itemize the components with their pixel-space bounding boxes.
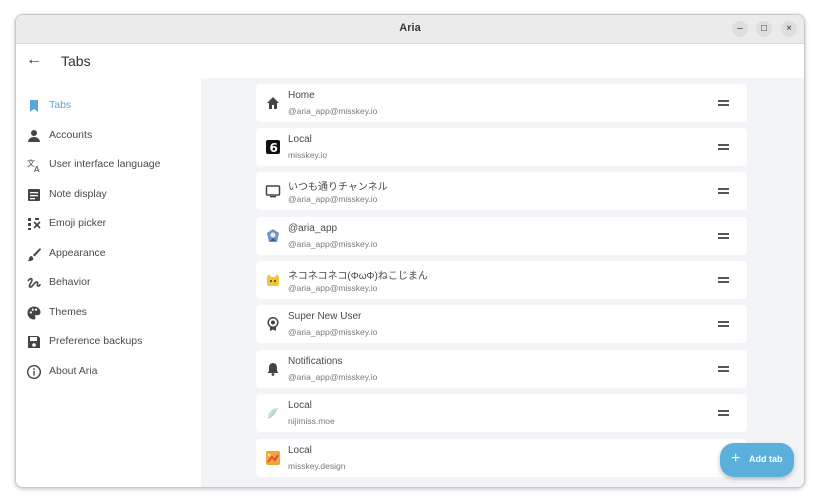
drag-handle-icon[interactable] (718, 142, 730, 152)
tab-account: @aria_app@misskey.io (288, 372, 378, 382)
drag-handle-icon[interactable] (718, 364, 730, 374)
tab-item[interactable]: いつも通りチャンネル @aria_app@misskey.io (256, 172, 747, 210)
tab-item[interactable]: ネコネコネコ(ΦωΦ)ねこじまん @aria_app@misskey.io (256, 261, 747, 299)
tab-account: @aria_app@misskey.io (288, 283, 378, 293)
sidebar-item-accounts[interactable]: Accounts (16, 124, 201, 148)
sidebar-item-label: User interface language (49, 158, 161, 170)
plus-icon: + (731, 450, 741, 467)
info-icon (26, 364, 42, 380)
emoji-icon (28, 218, 41, 230)
brush-icon (27, 248, 41, 261)
add-tab-label: Add tab (749, 454, 783, 464)
tab-account: misskey.io (288, 150, 328, 160)
app-window: Aria – □ × ← Tabs Tabs Accounts 文 A User… (15, 14, 805, 488)
svg-text:A: A (34, 165, 40, 173)
add-tab-button[interactable]: + Add tab (720, 443, 794, 477)
tab-item[interactable]: Home @aria_app@misskey.io (256, 84, 747, 122)
tab-account: @aria_app@misskey.io (288, 194, 378, 204)
sidebar-item-label: About Aria (49, 365, 98, 377)
sidebar-item-label: Emoji picker (49, 217, 107, 229)
translate-icon: 文 A (27, 158, 40, 173)
person-icon (28, 130, 40, 142)
sidebar-item-preference-backups[interactable]: Preference backups (16, 330, 201, 354)
tab-item[interactable]: Super New User @aria_app@misskey.io (256, 305, 747, 343)
server-logo-icon: 6 (266, 140, 280, 155)
tab-item[interactable]: 6 Local misskey.io (256, 128, 747, 166)
home-icon (267, 97, 279, 109)
title-bar[interactable]: Aria – □ × (16, 15, 804, 44)
tab-account: @aria_app@misskey.io (288, 327, 378, 337)
tab-name: ネコネコネコ(ΦωΦ)ねこじまん (288, 271, 428, 282)
tv-icon (265, 185, 281, 198)
sidebar-item-label: Note display (49, 188, 107, 200)
sidebar-item-label: Appearance (49, 247, 106, 259)
tabs-list-panel: Home @aria_app@misskey.io 6 Local misske… (201, 78, 804, 487)
tab-name: Local (288, 445, 312, 456)
tab-item[interactable]: @aria_app @aria_app@misskey.io (256, 217, 747, 255)
user-avatar-icon (267, 229, 279, 242)
sidebar-item-emoji-picker[interactable]: Emoji picker (16, 212, 201, 236)
minimize-button[interactable]: – (732, 21, 748, 37)
page-title: Tabs (61, 53, 91, 69)
window-title: Aria (399, 22, 421, 34)
drag-handle-icon[interactable] (718, 231, 730, 241)
sidebar-item-tabs[interactable]: Tabs (16, 94, 201, 118)
sidebar-item-label: Themes (49, 306, 87, 318)
sidebar-item-label: Behavior (49, 276, 91, 288)
drag-handle-icon[interactable] (718, 275, 730, 285)
server-logo-icon (266, 451, 280, 465)
save-icon (28, 336, 40, 348)
tab-account: misskey.design (288, 461, 346, 471)
sidebar-item-appearance[interactable]: Appearance (16, 242, 201, 266)
server-logo-icon (267, 408, 278, 419)
tab-name: Home (288, 90, 315, 101)
bookmark-icon (30, 100, 38, 112)
tab-account: nijimiss.moe (288, 416, 335, 426)
drag-handle-icon[interactable] (718, 408, 730, 418)
tab-name: Local (288, 400, 312, 411)
tab-account: @aria_app@misskey.io (288, 239, 378, 249)
sidebar-item-label: Tabs (49, 99, 72, 111)
badge-icon (267, 316, 279, 331)
drag-handle-icon[interactable] (718, 319, 730, 329)
drag-handle-icon[interactable] (718, 186, 730, 196)
svg-text:6: 6 (270, 141, 278, 155)
palette-icon (27, 306, 41, 320)
gesture-icon (27, 277, 41, 288)
tab-item[interactable]: Local misskey.design (256, 439, 747, 477)
tab-item[interactable]: Local nijimiss.moe (256, 394, 747, 432)
note-icon (28, 189, 40, 201)
sidebar-item-label: Preference backups (49, 335, 143, 347)
close-button[interactable]: × (781, 21, 797, 37)
sidebar-item-themes[interactable]: Themes (16, 301, 201, 325)
sidebar-item-language[interactable]: 文 A User interface language (16, 153, 201, 177)
sidebar-item-about[interactable]: About Aria (16, 360, 201, 384)
sidebar-item-behavior[interactable]: Behavior (16, 271, 201, 295)
tab-item[interactable]: Notifications @aria_app@misskey.io (256, 350, 747, 388)
tab-name: いつも通りチャンネル (288, 182, 388, 193)
cat-icon (267, 274, 279, 286)
bell-icon (267, 363, 279, 376)
drag-handle-icon[interactable] (718, 98, 730, 108)
tab-name: Local (288, 134, 312, 145)
maximize-button[interactable]: □ (756, 21, 772, 37)
sidebar-item-label: Accounts (49, 129, 93, 141)
app-bar: ← Tabs (16, 44, 804, 78)
sidebar-item-note-display[interactable]: Note display (16, 183, 201, 207)
back-arrow-icon[interactable]: ← (26, 51, 44, 69)
tab-account: @aria_app@misskey.io (288, 106, 378, 116)
settings-sidebar: Tabs Accounts 文 A User interface languag… (16, 78, 201, 487)
tab-name: Super New User (288, 311, 362, 322)
tab-name: @aria_app (288, 223, 338, 234)
tab-name: Notifications (288, 356, 343, 367)
